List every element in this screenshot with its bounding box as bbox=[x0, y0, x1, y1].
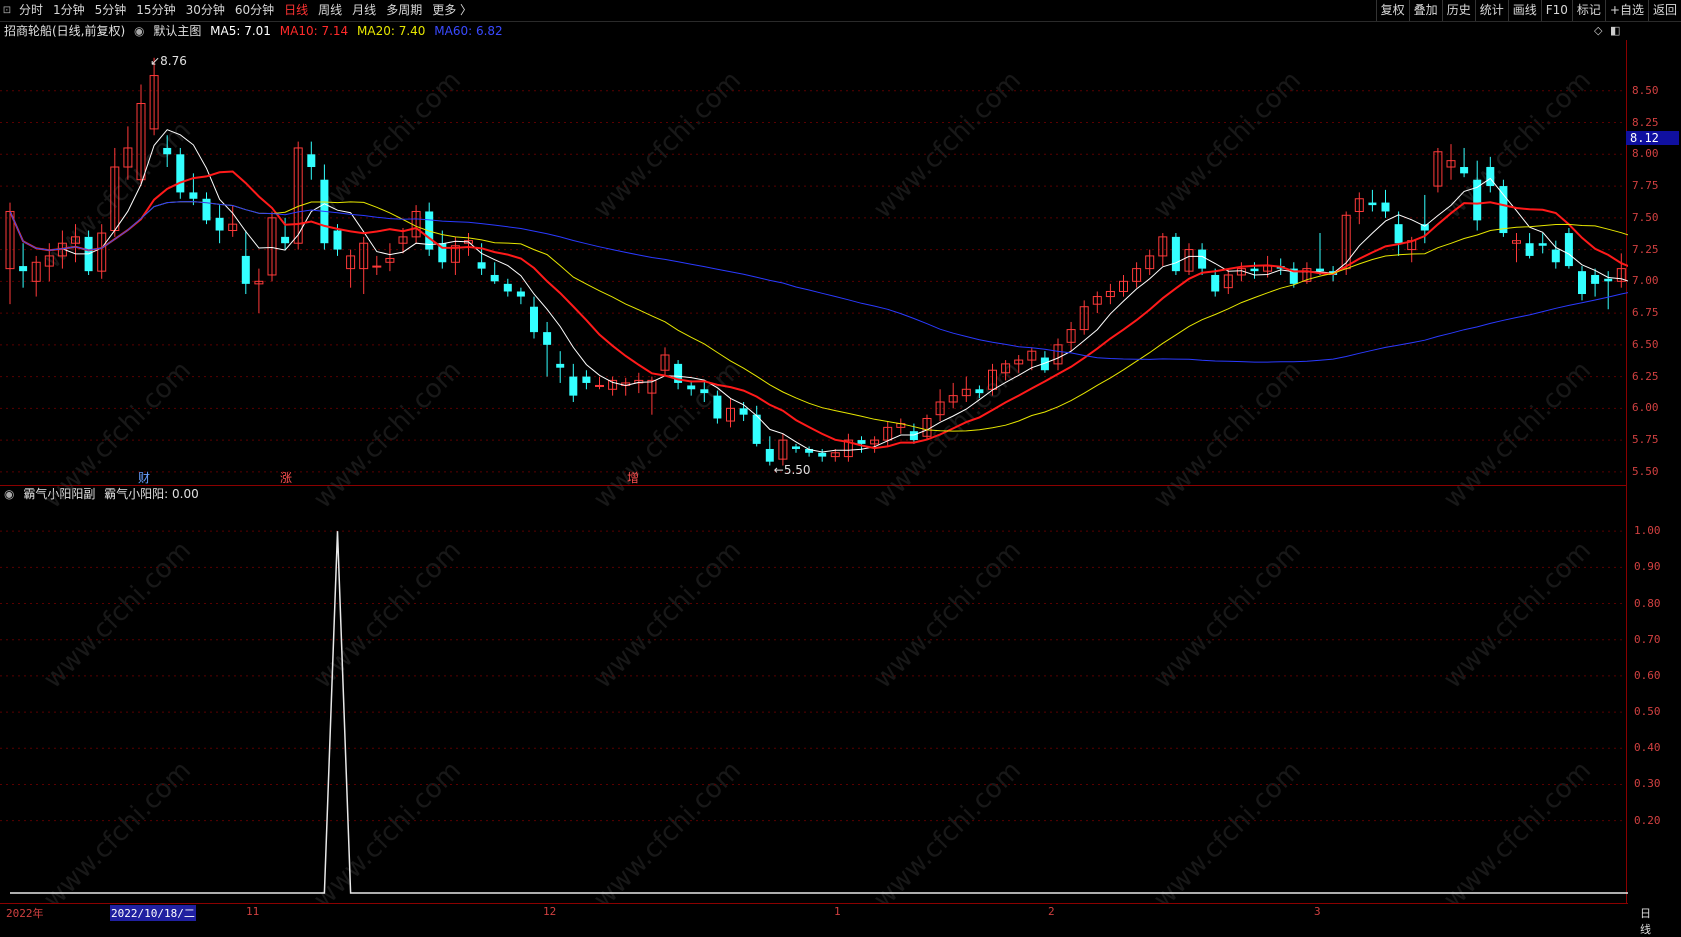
candle-body-down bbox=[490, 274, 499, 282]
candle-body-down bbox=[163, 147, 172, 155]
candle-body-down bbox=[1499, 186, 1508, 234]
current-price-tag: 8.12 bbox=[1626, 131, 1679, 146]
candle-body-down bbox=[1316, 268, 1324, 272]
candle-body-down bbox=[582, 376, 591, 383]
indicator-tick-label: 0.80 bbox=[1634, 596, 1661, 610]
ma-line-ma60 bbox=[9, 201, 1628, 363]
indicator-tick-label: 0.40 bbox=[1634, 741, 1661, 755]
candle-body-down bbox=[857, 440, 866, 444]
candle-body-down bbox=[1460, 167, 1469, 174]
candle-body-down bbox=[1591, 274, 1600, 284]
candle-body-down bbox=[530, 306, 538, 333]
candle-body-down bbox=[202, 198, 211, 221]
price-tick-label: 7.50 bbox=[1632, 210, 1659, 224]
candle-body-down bbox=[792, 446, 800, 449]
selected-date: 2022/10/18/二 bbox=[110, 905, 196, 921]
candle-body-down bbox=[516, 291, 525, 297]
candle-body-down bbox=[975, 389, 984, 394]
candle-body-down bbox=[1394, 224, 1403, 244]
candle-body-down bbox=[281, 236, 290, 244]
candle-body-down bbox=[1171, 236, 1180, 272]
candle-body-down bbox=[1486, 167, 1495, 187]
candle-body-down bbox=[1551, 249, 1560, 263]
candle-body-down bbox=[713, 395, 722, 419]
event-marker-increase[interactable]: 增 bbox=[627, 469, 639, 486]
candle-body-down bbox=[687, 385, 696, 390]
date-label-dec: 12 bbox=[543, 905, 557, 918]
price-tick-label: 7.00 bbox=[1632, 274, 1659, 288]
indicator-tick-label: 1.00 bbox=[1634, 524, 1661, 538]
candle-body-down bbox=[1604, 278, 1613, 282]
price-tick-label: 6.00 bbox=[1632, 401, 1659, 415]
date-label-feb: 2 bbox=[1048, 905, 1055, 918]
event-marker-rise[interactable]: 涨 bbox=[280, 469, 292, 486]
price-tick-label: 5.75 bbox=[1632, 433, 1659, 447]
candle-body-down bbox=[333, 230, 342, 250]
candle-body-down bbox=[1368, 202, 1377, 206]
candle-body-down bbox=[556, 363, 565, 368]
ma-line-ma20 bbox=[9, 201, 1628, 432]
period-label[interactable]: 日线 bbox=[1640, 905, 1651, 937]
candle-body-down bbox=[1564, 233, 1573, 267]
indicator-tick-label: 0.70 bbox=[1634, 632, 1661, 646]
candle-body-down bbox=[1250, 268, 1259, 272]
date-label-year: 2022年 bbox=[6, 907, 44, 920]
price-tick-label: 6.50 bbox=[1632, 337, 1659, 351]
price-tick-label: 8.50 bbox=[1632, 83, 1659, 97]
indicator-tick-label: 0.30 bbox=[1634, 777, 1661, 791]
price-tick-label: 7.75 bbox=[1632, 179, 1659, 193]
candle-body-down bbox=[818, 452, 827, 457]
high-price-label: ↙8.76 bbox=[150, 54, 187, 68]
candle-body-down bbox=[1381, 202, 1390, 212]
candle-body-down bbox=[739, 408, 748, 415]
high-arrow: ↙ bbox=[150, 53, 161, 68]
candle-body-down bbox=[569, 376, 578, 396]
price-tick-label: 6.25 bbox=[1632, 369, 1659, 383]
candle-body-down bbox=[307, 154, 316, 168]
candle-body-down bbox=[1525, 243, 1534, 256]
candle-body-down bbox=[176, 154, 185, 193]
date-label-mar: 3 bbox=[1314, 905, 1321, 918]
candle-body-down bbox=[241, 255, 250, 284]
candle-body-down bbox=[189, 192, 198, 199]
ma-line-ma5 bbox=[9, 129, 1628, 453]
indicator-tick-label: 0.20 bbox=[1634, 813, 1661, 827]
price-tick-label: 8.00 bbox=[1632, 147, 1659, 161]
high-value: 8.76 bbox=[160, 53, 187, 68]
candle-body-down bbox=[503, 283, 512, 292]
candle-body-down bbox=[1538, 243, 1547, 246]
candle-body-down bbox=[215, 217, 224, 231]
candle-body-up bbox=[372, 265, 382, 268]
toolbar-button-8[interactable]: 返回 bbox=[1647, 0, 1681, 21]
candle-body-down bbox=[909, 431, 918, 441]
event-marker-finance[interactable]: 财 bbox=[138, 469, 150, 486]
kline-chart[interactable] bbox=[0, 0, 1628, 903]
candle-body-down bbox=[543, 332, 552, 345]
date-axis: 2022年 2022/10/18/二 11 12 1 2 3 日线 bbox=[0, 903, 1651, 936]
candle-body-down bbox=[477, 262, 486, 269]
candle-body-down bbox=[700, 389, 709, 394]
candle-body-down bbox=[19, 266, 28, 272]
date-label-jan: 1 bbox=[834, 905, 841, 918]
candle-body-down bbox=[1211, 274, 1220, 292]
candle-body-down bbox=[1578, 271, 1586, 295]
low-price-label: ←5.50 bbox=[773, 463, 811, 478]
price-tick-label: 8.25 bbox=[1632, 115, 1659, 129]
indicator-tick-label: 0.60 bbox=[1634, 668, 1661, 682]
indicator-tick-label: 0.50 bbox=[1634, 705, 1661, 719]
candle-body-down bbox=[1198, 249, 1207, 269]
price-tick-label: 5.50 bbox=[1632, 464, 1659, 478]
price-tick-label: 7.25 bbox=[1632, 242, 1659, 256]
candle-body-down bbox=[765, 448, 774, 462]
price-tick-label: 6.75 bbox=[1632, 306, 1659, 320]
candle-body-up bbox=[595, 384, 604, 387]
indicator-tick-label: 0.90 bbox=[1634, 560, 1661, 574]
date-label-nov: 11 bbox=[246, 905, 260, 918]
